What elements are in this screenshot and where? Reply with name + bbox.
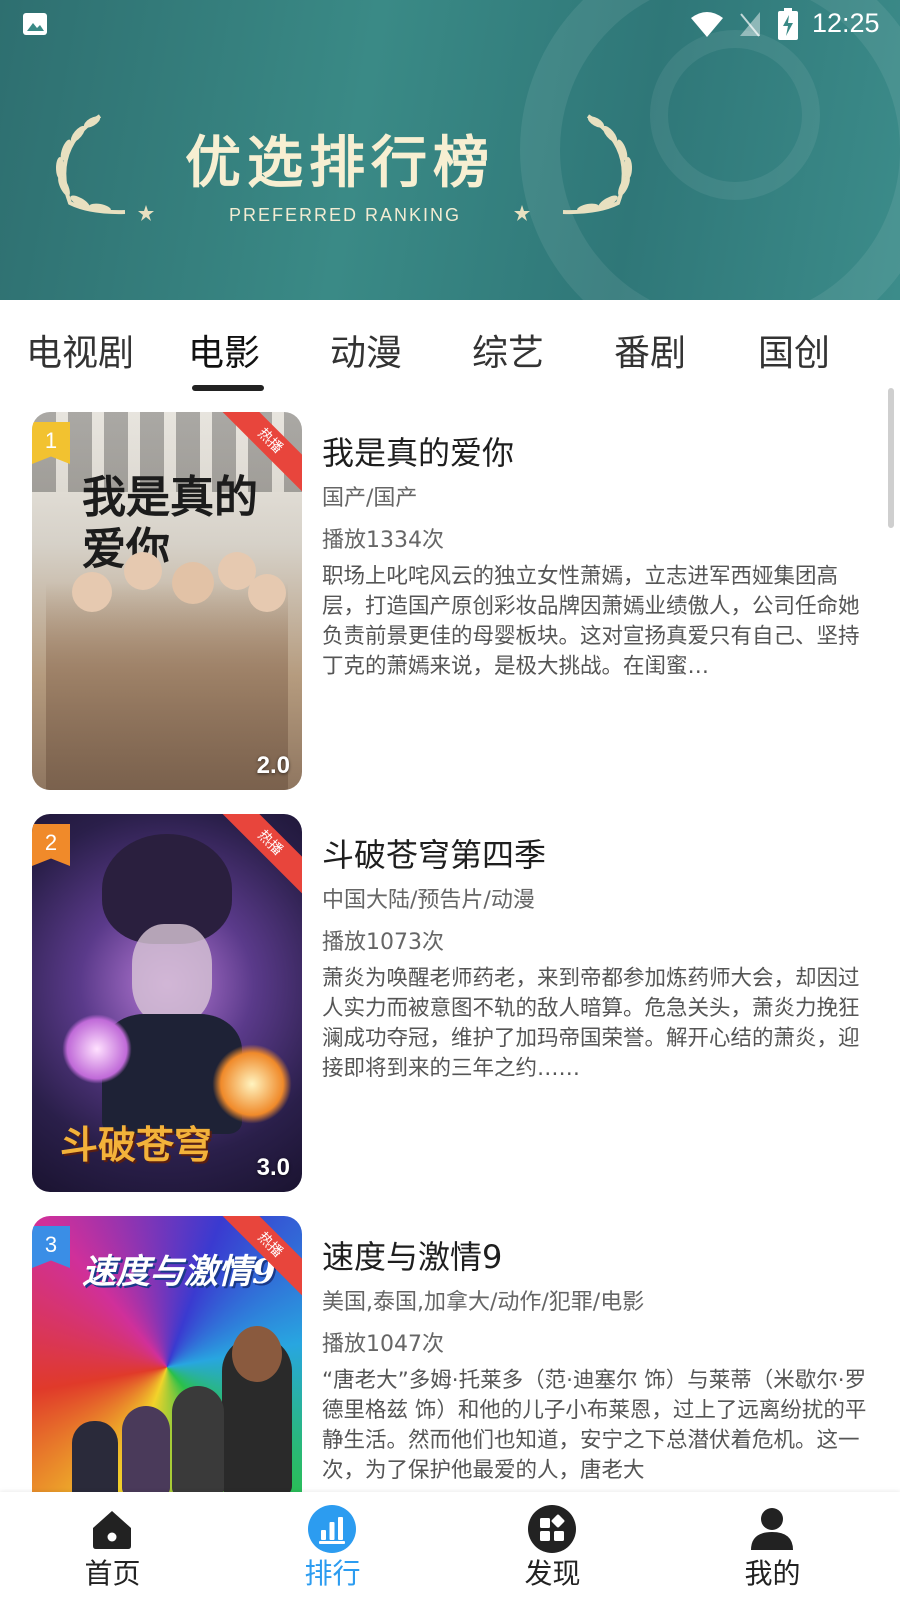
laurel-right-icon — [562, 114, 632, 215]
tab-chinese-animation[interactable]: 国创 — [758, 324, 830, 376]
poster-title-text: 速度与激情9 — [82, 1252, 276, 1292]
nav-label: 首页 — [84, 1557, 141, 1590]
list-item[interactable]: 斗破苍穹 2 热播 3.0 斗破苍穹第四季 中国大陆/预告片/动漫 播放1073… — [0, 802, 900, 1202]
item-play-count: 播放1047次 — [322, 1332, 444, 1357]
gallery-icon — [23, 13, 47, 35]
item-genre: 美国,泰国,加拿大/动作/犯罪/电影 — [322, 1290, 645, 1315]
item-genre: 中国大陆/预告片/动漫 — [322, 888, 535, 913]
poster-image[interactable]: 斗破苍穹 2 热播 3.0 — [32, 814, 302, 1192]
signal-icon — [740, 12, 760, 37]
item-description: 萧炎为唤醒老师药老，来到帝都参加炼药师大会，却因过人实力而被意图不轨的敌人暗算。… — [322, 966, 860, 1081]
item-play-count: 播放1073次 — [322, 930, 444, 955]
ranking-banner: 12:25 优选排行榜 PREFERRED RANKING — [0, 0, 900, 300]
laurel-left-icon — [56, 114, 126, 215]
score-label: 3.0 — [256, 1154, 290, 1181]
battery-charging-icon — [778, 8, 798, 40]
item-title[interactable]: 斗破苍穹第四季 — [322, 830, 546, 876]
banner-title: 优选排行榜 — [185, 131, 495, 196]
film-reel-decoration-inner — [650, 30, 820, 200]
discover-icon — [528, 1505, 576, 1553]
status-time: 12:25 — [812, 8, 880, 38]
nav-profile[interactable]: 我的 — [660, 1492, 885, 1600]
wifi-icon — [691, 12, 723, 37]
home-icon — [93, 1511, 131, 1549]
tab-variety[interactable]: 综艺 — [472, 324, 544, 376]
banner-subtitle: PREFERRED RANKING — [228, 205, 462, 225]
profile-icon — [751, 1508, 793, 1550]
poster-title-text: 斗破苍穹 — [60, 1122, 213, 1167]
scrollbar[interactable] — [888, 388, 894, 528]
active-tab-indicator — [192, 385, 264, 391]
star-icon — [514, 205, 530, 221]
nav-label: 排行 — [304, 1557, 361, 1590]
nav-label: 发现 — [524, 1557, 581, 1590]
tab-movie[interactable]: 电影 — [188, 324, 260, 376]
list-item[interactable]: 我是真的爱你 1 热播 2.0 我是真的爱你 国产/国产 播放1334次 职场上… — [0, 400, 900, 800]
ranking-icon — [308, 1505, 356, 1553]
nav-home[interactable]: 首页 — [0, 1492, 225, 1600]
nav-discover[interactable]: 发现 — [440, 1492, 665, 1600]
tab-tv-series[interactable]: 电视剧 — [26, 324, 134, 376]
nav-ranking[interactable]: 排行 — [220, 1492, 445, 1600]
item-play-count: 播放1334次 — [322, 528, 444, 553]
nav-label: 我的 — [744, 1557, 801, 1590]
rank-badge: 2 — [32, 824, 70, 866]
poster-image[interactable]: 我是真的爱你 1 热播 2.0 — [32, 412, 302, 790]
category-tabs: 电视剧 电影 动漫 综艺 番剧 国创 — [0, 300, 900, 400]
list-item[interactable]: 速度与激情9 3 热播 速度与激情9 美国,泰国,加拿大/动作/犯罪/电影 播放… — [0, 1204, 900, 1492]
item-title[interactable]: 我是真的爱你 — [322, 428, 514, 474]
tab-japanese-anime[interactable]: 番剧 — [614, 324, 686, 376]
score-label: 2.0 — [256, 752, 290, 779]
item-genre: 国产/国产 — [322, 486, 418, 511]
item-description: “唐老大”多姆·托莱多（范·迪塞尔 饰）与莱蒂（米歇尔·罗德里格兹 饰）和他的儿… — [322, 1368, 867, 1483]
tab-anime[interactable]: 动漫 — [330, 324, 402, 376]
rank-badge: 3 — [32, 1226, 70, 1268]
bottom-navigation: 首页 排行 发现 我的 — [0, 1492, 900, 1600]
item-title[interactable]: 速度与激情9 — [322, 1232, 502, 1278]
status-bar: 12:25 — [0, 0, 900, 50]
ranking-list[interactable]: 我是真的爱你 1 热播 2.0 我是真的爱你 国产/国产 播放1334次 职场上… — [0, 400, 900, 1492]
poster-image[interactable]: 速度与激情9 3 热播 — [32, 1216, 302, 1492]
item-description: 职场上叱咤风云的独立女性萧嫣，立志进军西娅集团高层，打造国产原创彩妆品牌因萧嫣业… — [322, 564, 860, 679]
